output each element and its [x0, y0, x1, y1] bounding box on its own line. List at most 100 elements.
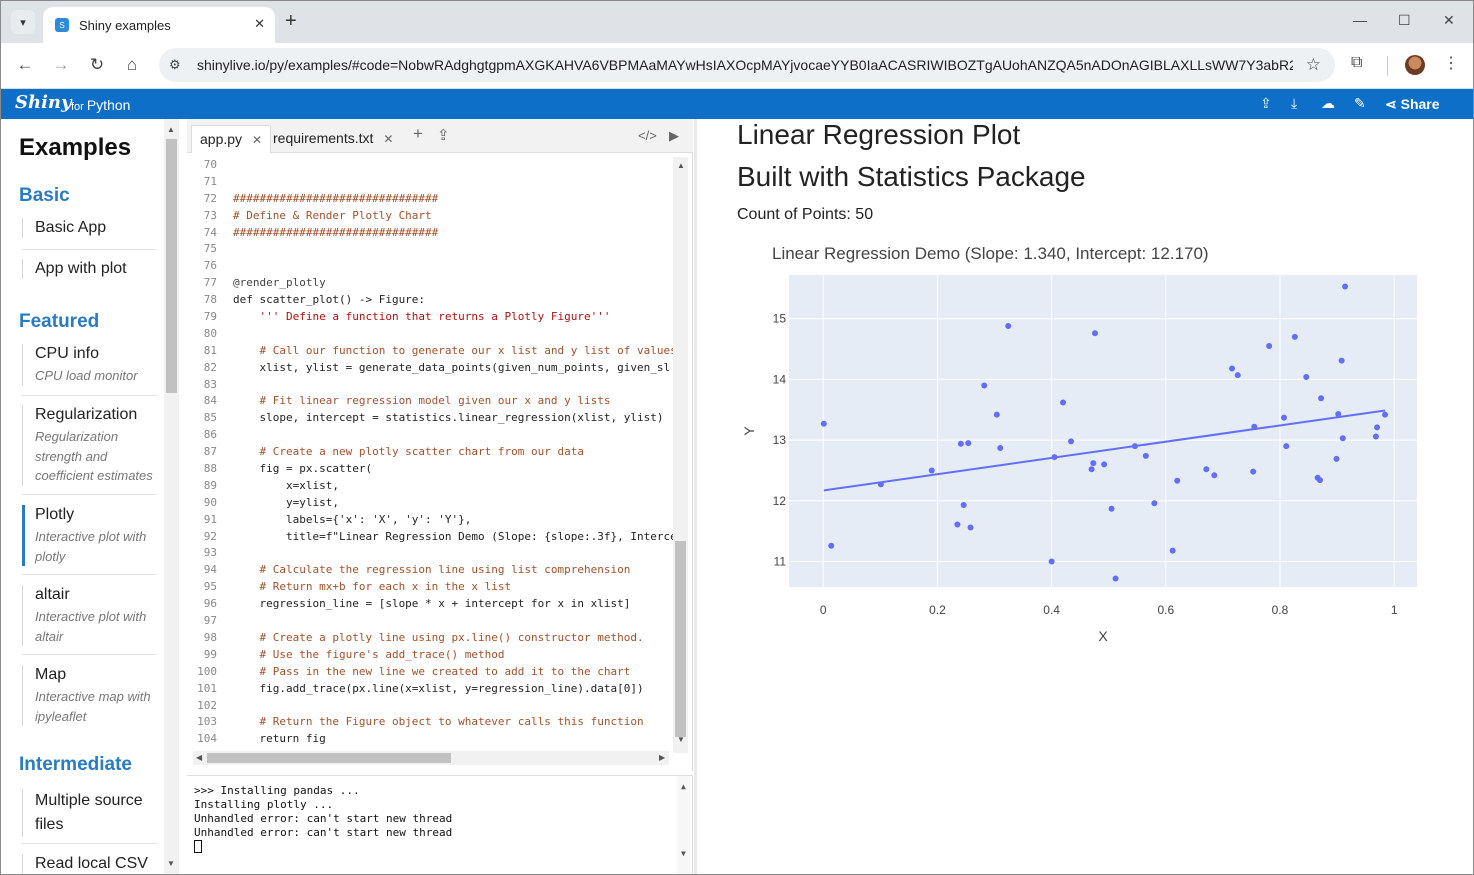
minimize-icon[interactable]: — — [1353, 12, 1367, 28]
code-line[interactable]: # Use the figure's add_trace() method — [233, 647, 673, 664]
data-point[interactable] — [981, 382, 988, 389]
sidebar-item-multiple-source-files[interactable]: Multiple source files — [22, 789, 150, 837]
forward-arrow-icon[interactable]: → — [50, 55, 72, 75]
code-line[interactable]: ############################### — [233, 191, 673, 208]
data-point[interactable] — [954, 521, 961, 528]
code-line[interactable]: def scatter_plot() -> Figure: — [233, 292, 673, 309]
code-line[interactable]: # Return mx+b for each x in the x list — [233, 579, 673, 596]
code-line[interactable]: xlist, ylist = generate_data_points(give… — [233, 360, 673, 377]
data-point[interactable] — [1203, 466, 1210, 473]
code-line[interactable]: labels={'x': 'X', 'y': 'Y'}, — [233, 512, 673, 529]
sidebar-item-map[interactable]: Map Interactive map with ipyleaflet — [22, 665, 156, 726]
data-point[interactable] — [1234, 372, 1241, 379]
scatter-plot[interactable]: 0 0.2 0.4 0.6 0.8 11112131415XY — [736, 266, 1436, 646]
data-point[interactable] — [1151, 500, 1158, 507]
data-point[interactable] — [1101, 461, 1108, 468]
data-point[interactable] — [1229, 365, 1236, 372]
more-menu-icon[interactable]: ⋮ — [1443, 53, 1459, 73]
code-line[interactable] — [233, 545, 673, 562]
profile-avatar[interactable] — [1405, 55, 1425, 75]
code-line[interactable] — [233, 174, 673, 191]
code-line[interactable]: # Define & Render Plotly Chart — [233, 208, 673, 225]
tab-close-icon[interactable]: ✕ — [254, 16, 265, 32]
data-point[interactable] — [1266, 343, 1273, 350]
data-point[interactable] — [1169, 547, 1176, 554]
code-line[interactable] — [233, 613, 673, 630]
run-app-icon[interactable]: ▶ — [669, 128, 679, 144]
python-console[interactable]: >>> Installing pandas ... Installing plo… — [187, 775, 693, 874]
tab-app-py[interactable]: app.py ✕ — [191, 125, 272, 153]
tab-requirements-txt[interactable]: requirements.txt ✕ — [265, 125, 401, 153]
scroll-down-arrow-icon[interactable]: ▼ — [681, 849, 686, 858]
data-point[interactable] — [1068, 438, 1075, 445]
cloud-save-icon[interactable]: ☁ — [1321, 95, 1335, 112]
data-point[interactable] — [828, 542, 835, 549]
data-point[interactable] — [1338, 357, 1345, 364]
code-line[interactable] — [233, 241, 673, 258]
data-point[interactable] — [1342, 283, 1349, 290]
data-point[interactable] — [1339, 435, 1346, 442]
sidebar-item-basic-app[interactable]: Basic App — [22, 218, 156, 238]
data-point[interactable] — [1280, 414, 1287, 421]
code-line[interactable]: @render_plotly — [233, 275, 673, 292]
code-line[interactable]: fig.add_trace(px.line(x=xlist, y=regress… — [233, 681, 673, 698]
data-point[interactable] — [957, 440, 964, 447]
new-tab-button[interactable]: + — [285, 10, 297, 32]
data-point[interactable] — [1250, 468, 1257, 475]
code-line[interactable] — [233, 698, 673, 715]
code-line[interactable]: slope, intercept = statistics.linear_reg… — [233, 410, 673, 427]
code-line[interactable]: # Create a new plotly scatter chart from… — [233, 444, 673, 461]
data-point[interactable] — [1092, 330, 1099, 337]
code-line[interactable]: regression_line = [slope * x + intercept… — [233, 596, 673, 613]
scroll-down-arrow-icon[interactable]: ▼ — [677, 735, 685, 744]
code-line[interactable] — [233, 258, 673, 275]
shiny-logo[interactable]: Shiny — [15, 92, 71, 113]
panel-resize-handle[interactable] — [694, 119, 697, 874]
data-point[interactable] — [1211, 472, 1218, 479]
data-point[interactable] — [820, 420, 827, 427]
scroll-up-arrow-icon[interactable]: ▲ — [681, 782, 686, 791]
upload-icon[interactable]: ⇪ — [1260, 95, 1272, 112]
share-button[interactable]: ⋖ Share — [1385, 96, 1440, 113]
data-point[interactable] — [1283, 443, 1290, 450]
close-window-icon[interactable]: ✕ — [1443, 12, 1455, 29]
code-line[interactable]: fig = px.scatter( — [233, 461, 673, 478]
data-point[interactable] — [1382, 411, 1389, 418]
code-line[interactable]: ############################### — [233, 225, 673, 242]
data-point[interactable] — [1335, 411, 1342, 418]
data-point[interactable] — [1174, 477, 1181, 484]
scroll-up-arrow-icon[interactable]: ▲ — [167, 125, 175, 134]
maximize-icon[interactable]: ☐ — [1398, 12, 1411, 29]
scroll-up-arrow-icon[interactable]: ▲ — [677, 161, 685, 170]
code-line[interactable] — [233, 377, 673, 394]
extensions-icon[interactable]: ⧉ — [1351, 54, 1362, 72]
address-bar[interactable]: ⚙ shinylive.io/py/examples/#code=NobwRAd… — [159, 48, 1335, 82]
code-line[interactable]: title=f"Linear Regression Demo (Slope: {… — [233, 529, 673, 546]
data-point[interactable] — [960, 502, 967, 509]
editor-horizontal-scrollbar-thumb[interactable] — [207, 753, 451, 763]
data-point[interactable] — [1051, 454, 1058, 461]
code-line[interactable]: return fig — [233, 731, 673, 748]
code-line[interactable]: # Pass in the new line we created to add… — [233, 664, 673, 681]
data-point[interactable] — [1374, 424, 1381, 431]
browser-tab[interactable]: S Shiny examples ✕ — [43, 7, 275, 43]
data-point[interactable] — [997, 444, 1004, 451]
data-point[interactable] — [928, 467, 935, 474]
data-point[interactable] — [1060, 399, 1067, 406]
data-point[interactable] — [967, 524, 974, 531]
code-view-icon[interactable]: </> — [638, 128, 657, 143]
data-point[interactable] — [1372, 433, 1379, 440]
code-line[interactable]: # Fit linear regression model given our … — [233, 393, 673, 410]
data-point[interactable] — [1112, 575, 1119, 582]
bookmark-star-icon[interactable]: ☆ — [1306, 55, 1321, 75]
data-point[interactable] — [965, 440, 972, 447]
plot-area[interactable] — [789, 275, 1417, 587]
back-arrow-icon[interactable]: ← — [14, 55, 36, 75]
sidebar-item-plotly[interactable]: Plotly Interactive plot with plotly — [22, 505, 156, 566]
close-tab-icon[interactable]: ✕ — [383, 132, 393, 146]
code-line[interactable]: y=ylist, — [233, 495, 673, 512]
data-point[interactable] — [1142, 452, 1149, 459]
code-line[interactable]: # Return the Figure object to whatever c… — [233, 714, 673, 731]
data-point[interactable] — [1316, 477, 1323, 484]
console-cursor[interactable] — [194, 840, 202, 853]
